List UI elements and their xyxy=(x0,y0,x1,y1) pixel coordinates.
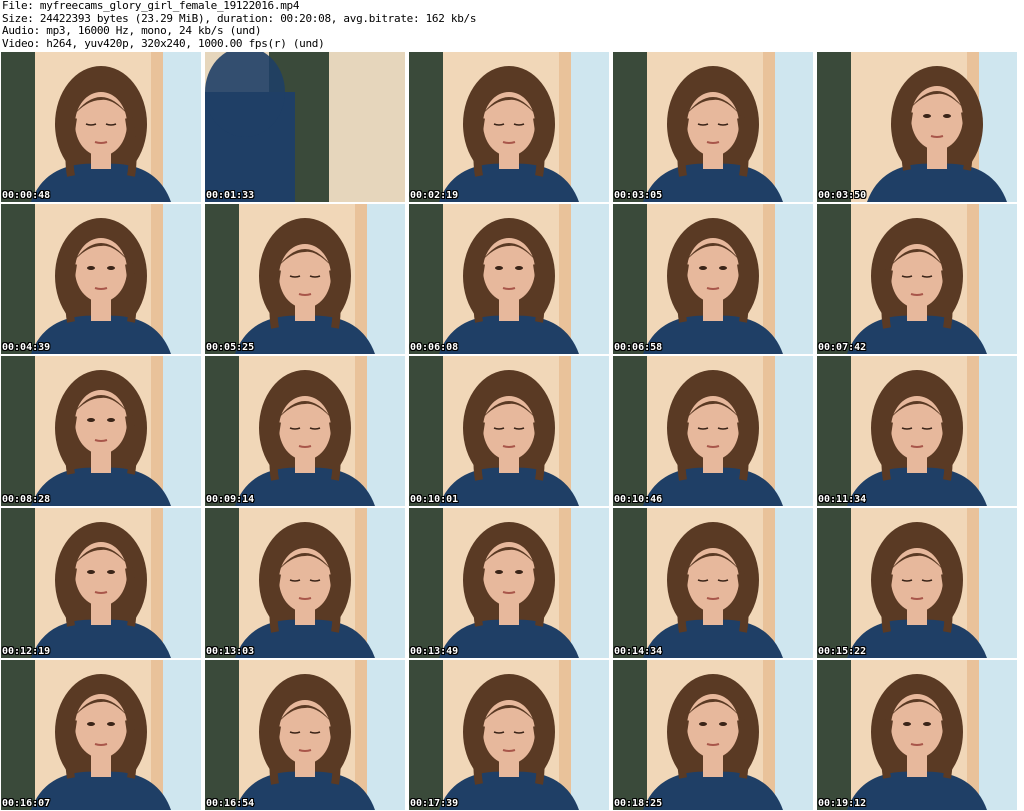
frame-image xyxy=(817,204,1017,354)
video-frame-thumbnail: 00:11:34 xyxy=(817,356,1017,506)
frame-image xyxy=(1,204,201,354)
video-info-line: Video: h264, yuv420p, 320x240, 1000.00 f… xyxy=(2,36,325,50)
video-frame-thumbnail: 00:06:58 xyxy=(613,204,813,354)
frame-image xyxy=(817,52,1017,202)
frame-image xyxy=(409,204,609,354)
frame-timestamp: 00:10:01 xyxy=(410,494,459,505)
frame-timestamp: 00:13:03 xyxy=(206,646,255,657)
video-frame-thumbnail: 00:01:33 xyxy=(205,52,405,202)
video-frame-thumbnail: 00:13:49 xyxy=(409,508,609,658)
audio-info-line: Audio: mp3, 16000 Hz, mono, 24 kb/s (und… xyxy=(2,24,262,37)
video-frame-thumbnail: 00:00:48 xyxy=(1,52,201,202)
video-frame-thumbnail: 00:03:50 xyxy=(817,52,1017,202)
frame-image xyxy=(409,508,609,658)
video-frame-thumbnail: 00:19:12 xyxy=(817,660,1017,810)
video-frame-thumbnail: 00:16:07 xyxy=(1,660,201,810)
frame-image xyxy=(817,356,1017,506)
frame-image xyxy=(817,508,1017,658)
video-frame-thumbnail: 00:04:39 xyxy=(1,204,201,354)
frame-image xyxy=(205,508,405,658)
frame-timestamp: 00:06:08 xyxy=(410,342,459,353)
video-frame-thumbnail: 00:16:54 xyxy=(205,660,405,810)
frame-timestamp: 00:05:25 xyxy=(206,342,255,353)
frame-timestamp: 00:01:33 xyxy=(206,190,255,201)
frame-image xyxy=(613,52,813,202)
frame-image xyxy=(817,660,1017,810)
video-frame-thumbnail: 00:18:25 xyxy=(613,660,813,810)
frame-timestamp: 00:03:05 xyxy=(614,190,663,201)
frame-timestamp: 00:16:07 xyxy=(2,798,51,809)
frame-image xyxy=(409,356,609,506)
frame-timestamp: 00:08:28 xyxy=(2,494,51,505)
frame-image xyxy=(205,660,405,810)
frame-timestamp: 00:09:14 xyxy=(206,494,255,505)
video-frame-thumbnail: 00:10:01 xyxy=(409,356,609,506)
file-name-line: File: myfreecams_glory_girl_female_19122… xyxy=(2,0,300,12)
video-frame-thumbnail: 00:02:19 xyxy=(409,52,609,202)
frame-image xyxy=(205,356,405,506)
frame-timestamp: 00:02:19 xyxy=(410,190,459,201)
frame-image xyxy=(409,52,609,202)
frame-timestamp: 00:03:50 xyxy=(818,190,867,201)
frame-image xyxy=(1,660,201,810)
video-frame-thumbnail: 00:08:28 xyxy=(1,356,201,506)
frame-timestamp: 00:13:49 xyxy=(410,646,459,657)
frame-timestamp: 00:19:12 xyxy=(818,798,867,809)
video-frame-thumbnail: 00:13:03 xyxy=(205,508,405,658)
frame-timestamp: 00:14:34 xyxy=(614,646,663,657)
frame-image xyxy=(613,356,813,506)
frame-image xyxy=(205,204,405,354)
thumbnail-grid: 00:00:48 00:01:33 00:02:19 00:03:05 00:03:50… xyxy=(1,52,1023,811)
frame-timestamp: 00:12:19 xyxy=(2,646,51,657)
frame-timestamp: 00:06:58 xyxy=(614,342,663,353)
frame-timestamp: 00:18:25 xyxy=(614,798,663,809)
video-frame-thumbnail: 00:03:05 xyxy=(613,52,813,202)
frame-timestamp: 00:16:54 xyxy=(206,798,255,809)
video-frame-thumbnail: 00:15:22 xyxy=(817,508,1017,658)
frame-timestamp: 00:15:22 xyxy=(818,646,867,657)
file-info-header: File: myfreecams_glory_girl_female_19122… xyxy=(2,0,1022,52)
video-frame-thumbnail: 00:09:14 xyxy=(205,356,405,506)
frame-timestamp: 00:04:39 xyxy=(2,342,51,353)
frame-timestamp: 00:11:34 xyxy=(818,494,867,505)
frame-timestamp: 00:17:39 xyxy=(410,798,459,809)
frame-image xyxy=(205,52,405,202)
video-frame-thumbnail: 00:07:42 xyxy=(817,204,1017,354)
frame-image xyxy=(613,508,813,658)
frame-image xyxy=(613,204,813,354)
frame-timestamp: 00:00:48 xyxy=(2,190,51,201)
video-frame-thumbnail: 00:10:46 xyxy=(613,356,813,506)
video-frame-thumbnail: 00:06:08 xyxy=(409,204,609,354)
frame-timestamp: 00:07:42 xyxy=(818,342,867,353)
video-frame-thumbnail: 00:17:39 xyxy=(409,660,609,810)
frame-image xyxy=(613,660,813,810)
frame-image xyxy=(1,508,201,658)
video-frame-thumbnail: 00:14:34 xyxy=(613,508,813,658)
frame-image xyxy=(1,356,201,506)
frame-timestamp: 00:10:46 xyxy=(614,494,663,505)
video-frame-thumbnail: 00:05:25 xyxy=(205,204,405,354)
frame-image xyxy=(1,52,201,202)
frame-image xyxy=(409,660,609,810)
video-frame-thumbnail: 00:12:19 xyxy=(1,508,201,658)
